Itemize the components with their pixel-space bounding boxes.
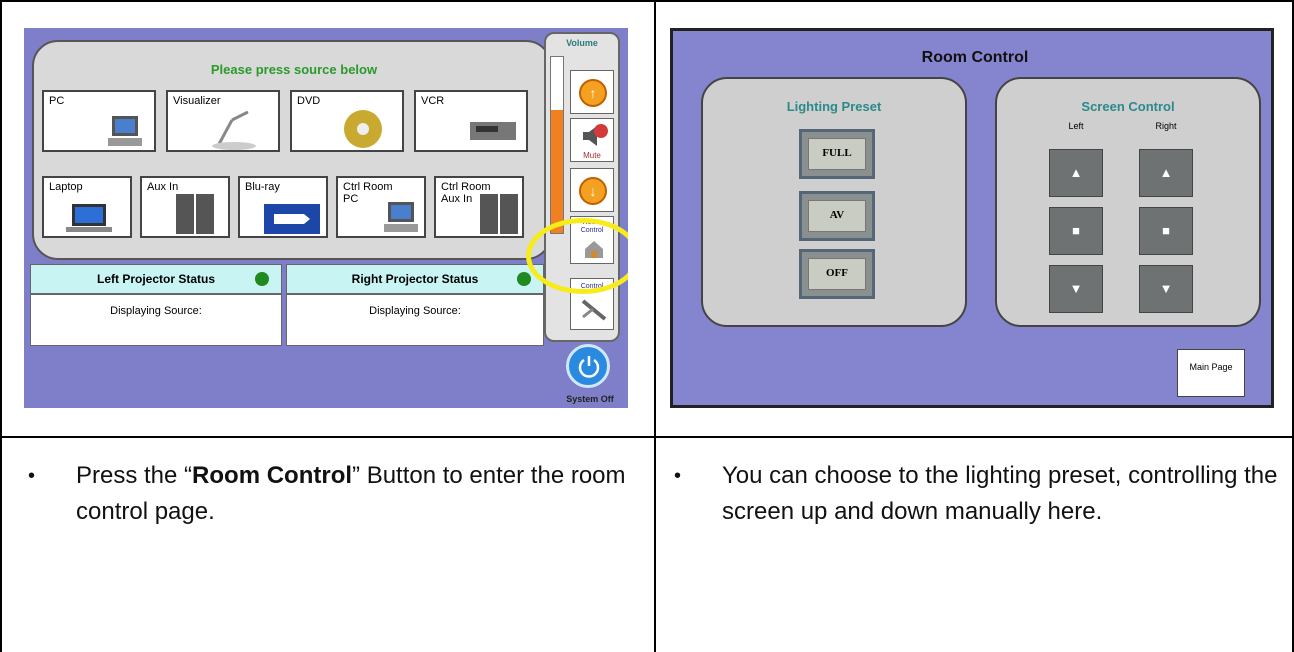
speaker-mute-icon (583, 124, 608, 146)
right-caption-text: You can choose to the lighting preset, c… (722, 462, 1278, 525)
bullet: • (28, 465, 36, 487)
right-screen-label: Right (1155, 121, 1177, 131)
left-screen-stop-button[interactable]: ■ (1049, 207, 1103, 255)
left-screen-label: Left (1068, 121, 1084, 131)
power-icon (578, 356, 600, 378)
right-projector-status-title: Right Projector Status (351, 272, 479, 286)
left-screen-up-button[interactable]: ▲ (1049, 149, 1103, 197)
source-label: DVD (297, 95, 321, 107)
table-divider-horizontal (0, 436, 1294, 438)
table-border-top (0, 0, 1294, 2)
displaying-source-label: Displaying Source: (369, 305, 461, 317)
lighting-full-label: FULL (808, 138, 866, 170)
volume-label: Volume (566, 38, 598, 48)
source-label: Laptop (49, 181, 83, 193)
system-off-label: System Off (566, 394, 614, 404)
lighting-full-button[interactable]: FULL (799, 129, 875, 179)
source-button-aux-in[interactable]: Aux In (140, 176, 230, 238)
volume-down-button[interactable]: ↓ (570, 168, 614, 212)
screen-control-title: Screen Control (1081, 99, 1175, 114)
bluray-icon (264, 204, 320, 234)
source-button-ctrl-room-pc[interactable]: Ctrl Room PC (336, 176, 426, 238)
caption-pre: Press the “ (76, 462, 193, 489)
speaker-icon (480, 194, 518, 234)
right-screen-stop-button[interactable]: ■ (1139, 207, 1193, 255)
mute-label: Mute (583, 151, 601, 160)
source-button-blu-ray[interactable]: Blu-ray (238, 176, 328, 238)
main-page-label: Main Page (1189, 362, 1233, 372)
source-label: VCR (421, 95, 445, 107)
highlight-circle (526, 218, 628, 294)
status-indicator (517, 272, 531, 286)
source-prompt: Please press source below (210, 62, 378, 77)
visualizer-icon (212, 110, 256, 150)
source-selection-screenshot: Please press source below PC Visualizer … (24, 28, 628, 408)
left-projector-status-title: Left Projector Status (96, 272, 216, 286)
lighting-preset-title: Lighting Preset (786, 99, 882, 114)
source-button-visualizer[interactable]: Visualizer (166, 90, 280, 152)
lighting-av-label: AV (808, 200, 866, 232)
right-screen-down-button[interactable]: ▼ (1139, 265, 1193, 313)
table-divider-vertical (654, 0, 656, 652)
arrow-up-icon: ↑ (579, 79, 607, 107)
lighting-preset-panel: Lighting Preset FULL AV OFF (701, 77, 967, 327)
disc-icon (344, 110, 382, 148)
left-caption-text: Press the “Room Control” Button to enter… (76, 458, 636, 530)
computer-icon (384, 202, 418, 232)
lighting-av-button[interactable]: AV (799, 191, 875, 241)
tools-icon (581, 299, 607, 321)
source-button-laptop[interactable]: Laptop (42, 176, 132, 238)
left-projector-status-header: Left Projector Status (30, 264, 282, 294)
displaying-source-label: Displaying Source: (110, 305, 202, 317)
source-button-vcr[interactable]: VCR (414, 90, 528, 152)
source-label: PC (49, 95, 65, 107)
status-indicator (255, 272, 269, 286)
laptop-icon (66, 204, 112, 232)
caption-bold: Room Control (192, 462, 353, 489)
right-projector-status-body: Displaying Source: (286, 294, 544, 346)
right-projector-status-header: Right Projector Status (286, 264, 544, 294)
volume-up-button[interactable]: ↑ (570, 70, 614, 114)
mute-button[interactable]: Mute (570, 118, 614, 162)
room-control-screenshot: Room Control Lighting Preset FULL AV OFF… (670, 28, 1274, 408)
main-page-button[interactable]: Main Page (1177, 349, 1245, 397)
source-label: Blu-ray (245, 181, 280, 193)
source-button-pc[interactable]: PC (42, 90, 156, 152)
lighting-off-button[interactable]: OFF (799, 249, 875, 299)
computer-icon (108, 116, 142, 146)
table-border-left (0, 0, 2, 652)
left-projector-status-body: Displaying Source: (30, 294, 282, 346)
screen-control-panel: Screen Control Left Right ▲ ▲ ■ ■ ▼ ▼ (995, 77, 1261, 327)
arrow-down-icon: ↓ (579, 177, 607, 205)
left-screen-down-button[interactable]: ▼ (1049, 265, 1103, 313)
bullet: • (674, 465, 682, 487)
volume-bar[interactable] (550, 56, 564, 234)
source-button-ctrl-room-aux-in[interactable]: Ctrl Room Aux In (434, 176, 524, 238)
volume-fill (551, 109, 563, 233)
source-button-dvd[interactable]: DVD (290, 90, 404, 152)
system-off-button[interactable] (566, 344, 610, 388)
room-control-title: Room Control (921, 49, 1029, 66)
vcr-icon (470, 122, 516, 140)
right-screen-up-button[interactable]: ▲ (1139, 149, 1193, 197)
source-label: Aux In (147, 181, 179, 193)
lighting-off-label: OFF (808, 258, 866, 290)
speaker-icon (176, 194, 214, 234)
